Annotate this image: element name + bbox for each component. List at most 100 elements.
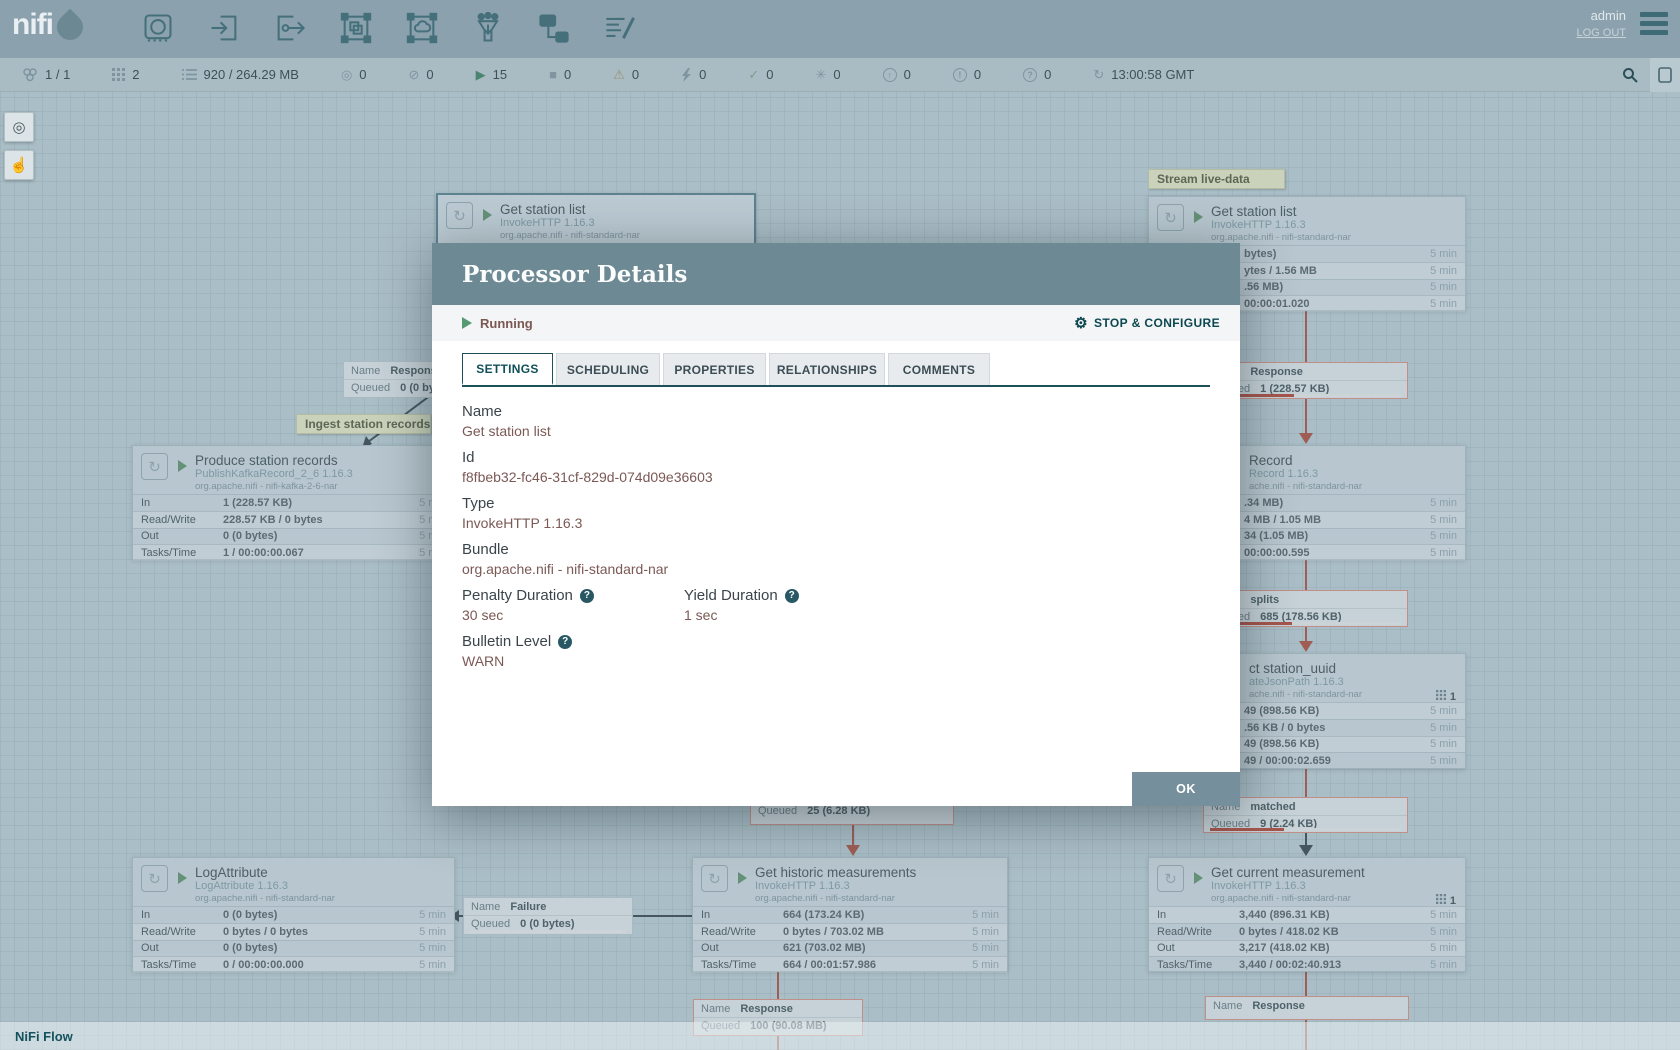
- current-user: admin: [1576, 8, 1626, 23]
- nifi-drop-icon: [52, 9, 89, 46]
- dialog-header: Processor Details: [432, 243, 1240, 305]
- tab-comments[interactable]: COMMENTS: [888, 353, 990, 385]
- id-label: Id: [462, 449, 1210, 467]
- not-transmitting-icon: ⊘: [409, 68, 420, 81]
- processor-stamp-icon: ↻: [1157, 865, 1184, 892]
- locally-modified-count: ✳0: [815, 67, 840, 82]
- not-transmitting-status: ⊘0: [409, 67, 434, 82]
- tab-settings[interactable]: SETTINGS: [462, 353, 553, 385]
- disabled-count: 0: [681, 67, 706, 82]
- running-state-icon: [738, 872, 747, 884]
- processor-stamp-icon: ↻: [141, 453, 168, 480]
- template-icon[interactable]: [534, 8, 574, 48]
- help-icon[interactable]: ?: [580, 589, 594, 603]
- connection-label-failure[interactable]: NameFailure Queued0 (0 bytes): [463, 897, 633, 935]
- bundle-value: org.apache.nifi - nifi-standard-nar: [462, 561, 1210, 578]
- running-state-icon: [483, 209, 492, 221]
- invalid-count: ⚠0: [613, 67, 639, 82]
- stopped-count: ■0: [549, 67, 571, 82]
- bulletin-level-label: Bulletin Level: [462, 633, 551, 651]
- up-to-date-icon: ✓: [748, 68, 759, 81]
- queue-progress: [470, 930, 626, 934]
- sync-failure-count: ?0: [1023, 67, 1051, 82]
- component-toolbar: [138, 8, 640, 48]
- running-state-icon: [178, 872, 187, 884]
- total-queued: 920 / 264.29 MB: [182, 67, 299, 82]
- bulletin-level-value: WARN: [462, 653, 1210, 670]
- canvas-label[interactable]: Ingest station records: [296, 414, 431, 434]
- processor-stamp-icon: ↻: [701, 865, 728, 892]
- type-value: InvokeHTTP 1.16.3: [462, 515, 1210, 532]
- breadcrumb-bar: NiFi Flow: [0, 1022, 1680, 1050]
- logout-link[interactable]: LOG OUT: [1576, 27, 1626, 39]
- help-icon[interactable]: ?: [785, 589, 799, 603]
- status-bar: 1 / 1 2 920 / 264.29 MB ◎0 ⊘0 ▶15 ■0 ⚠0 …: [0, 58, 1680, 92]
- up-to-date-count: ✓0: [748, 67, 773, 82]
- yield-duration-label: Yield Duration: [684, 587, 778, 605]
- running-count: ▶15: [476, 67, 507, 82]
- locally-modified-icon: ✳: [815, 68, 826, 81]
- running-icon: ▶: [476, 68, 486, 81]
- last-refresh: ↻13:00:58 GMT: [1093, 67, 1194, 82]
- refresh-icon[interactable]: ↻: [1093, 68, 1104, 81]
- type-label: Type: [462, 495, 1210, 513]
- navigate-palette-button[interactable]: ◎: [4, 112, 34, 142]
- running-state-icon: [1194, 872, 1203, 884]
- processor-stamp-icon: ↻: [141, 865, 168, 892]
- output-port-icon[interactable]: [270, 8, 310, 48]
- app-header: nifi admin LOG OUT: [0, 0, 1680, 58]
- threads-icon: [112, 68, 125, 81]
- cluster-status: 1 / 1: [22, 67, 70, 82]
- processor-stamp-icon: ↻: [1157, 204, 1184, 231]
- funnel-icon[interactable]: [468, 8, 508, 48]
- tab-relationships[interactable]: RELATIONSHIPS: [769, 353, 885, 385]
- canvas-label[interactable]: Stream live-data: [1148, 169, 1285, 189]
- processor-get-historic-measurements[interactable]: ↻ Get historic measurements InvokeHTTP 1…: [692, 857, 1008, 972]
- connection-label-response[interactable]: NameResponse: [1205, 996, 1409, 1020]
- processor-produce-station-records[interactable]: ↻ Produce station records PublishKafkaRe…: [132, 445, 455, 560]
- sync-failure-icon: ?: [1023, 68, 1037, 82]
- penalty-duration-value: 30 sec: [462, 607, 684, 624]
- processor-stamp-icon: ↻: [446, 202, 473, 229]
- processor-log-attribute[interactable]: ↻ LogAttribute LogAttribute 1.16.3 org.a…: [132, 857, 455, 972]
- dialog-title: Processor Details: [462, 261, 687, 288]
- disabled-icon: [681, 68, 692, 82]
- process-group-icon[interactable]: [336, 8, 376, 48]
- navigate-icon: ◎: [12, 118, 25, 136]
- transmitting-icon: ◎: [341, 68, 352, 81]
- input-port-icon[interactable]: [204, 8, 244, 48]
- stop-and-configure-button[interactable]: ⚙ STOP & CONFIGURE: [1074, 316, 1220, 331]
- global-menu-icon[interactable]: [1640, 12, 1668, 39]
- processor-icon[interactable]: [138, 8, 178, 48]
- threads-icon: [1436, 894, 1446, 907]
- running-state-icon: [178, 460, 187, 472]
- ok-button[interactable]: OK: [1132, 772, 1240, 806]
- processor-get-current-measurement[interactable]: ↻ Get current measurement InvokeHTTP 1.1…: [1148, 857, 1466, 972]
- nifi-logo-text: nifi: [12, 8, 53, 42]
- nifi-logo: nifi: [12, 8, 83, 42]
- queue-progress: [1210, 828, 1401, 832]
- stopped-icon: ■: [549, 68, 557, 81]
- id-value: f8fbeb32-fc46-31cf-829d-074d09e36603: [462, 469, 1210, 486]
- name-value: Get station list: [462, 423, 1210, 440]
- threads-icon: [1436, 690, 1446, 703]
- operate-palette-button[interactable]: ☝: [4, 150, 34, 180]
- running-icon: [462, 317, 472, 329]
- queued-icon: [182, 68, 197, 81]
- active-threads: 2: [112, 67, 139, 82]
- invalid-icon: ⚠: [613, 68, 625, 81]
- birdseye-button[interactable]: [1650, 58, 1680, 92]
- tab-properties[interactable]: PROPERTIES: [663, 353, 766, 385]
- breadcrumb[interactable]: NiFi Flow: [15, 1029, 73, 1044]
- bundle-label: Bundle: [462, 541, 1210, 559]
- running-state-icon: [1194, 211, 1203, 223]
- transmitting-status: ◎0: [341, 67, 367, 82]
- locally-modified-stale-count: !0: [953, 67, 981, 82]
- search-button[interactable]: [1610, 58, 1650, 92]
- stop-configure-icon: ⚙: [1074, 316, 1088, 331]
- dialog-tabs: SETTINGS SCHEDULING PROPERTIES RELATIONS…: [462, 353, 1210, 387]
- remote-process-group-icon[interactable]: [402, 8, 442, 48]
- label-icon[interactable]: [600, 8, 640, 48]
- help-icon[interactable]: ?: [558, 635, 572, 649]
- tab-scheduling[interactable]: SCHEDULING: [556, 353, 660, 385]
